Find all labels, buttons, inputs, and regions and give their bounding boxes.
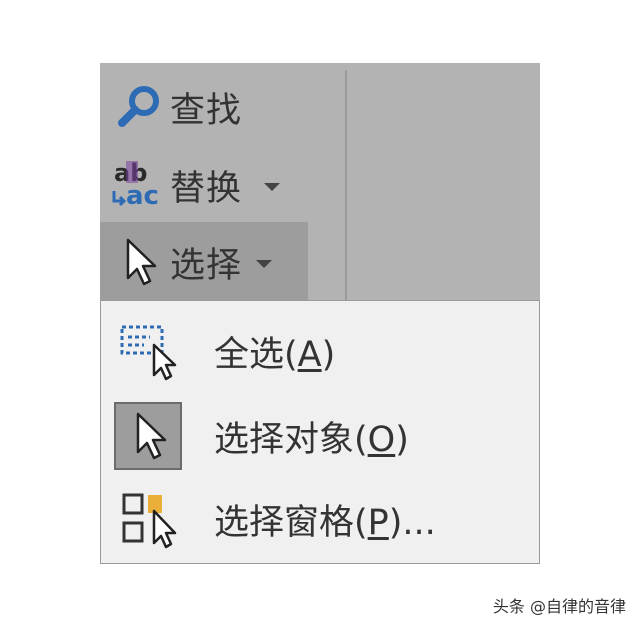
- menu-item-select-all[interactable]: 全选(A): [102, 311, 538, 391]
- menu-item-label: 选择对象(O): [214, 419, 409, 460]
- find-label: 查找: [170, 90, 243, 131]
- find-button[interactable]: 查找: [100, 70, 310, 144]
- watermark-text: 头条 @自律的音律: [492, 597, 626, 616]
- menu-item-selection-pane[interactable]: 选择窗格(P)...: [102, 479, 538, 559]
- replace-abac-icon: ab ac: [106, 157, 170, 213]
- select-all-icon: [114, 317, 182, 385]
- menu-item-label: 全选(A): [214, 334, 336, 375]
- select-dropdown-menu: 全选(A) 选择对象(O) 选择窗格(P)...: [100, 300, 540, 564]
- select-label: 选择: [170, 245, 243, 286]
- ribbon-divider: [345, 70, 347, 300]
- replace-label: 替换: [170, 168, 243, 209]
- menu-item-select-objects[interactable]: 选择对象(O): [102, 396, 538, 476]
- menu-item-label: 选择窗格(P)...: [214, 502, 436, 543]
- chevron-down-icon[interactable]: [264, 183, 281, 191]
- cursor-arrow-icon: [106, 234, 170, 290]
- chevron-down-icon[interactable]: [256, 260, 273, 268]
- magnifier-icon: [106, 79, 170, 135]
- selection-pane-icon: [114, 485, 182, 553]
- replace-button[interactable]: ab ac 替换: [100, 148, 310, 222]
- select-button[interactable]: 选择: [100, 222, 308, 302]
- select-objects-icon: [114, 402, 182, 470]
